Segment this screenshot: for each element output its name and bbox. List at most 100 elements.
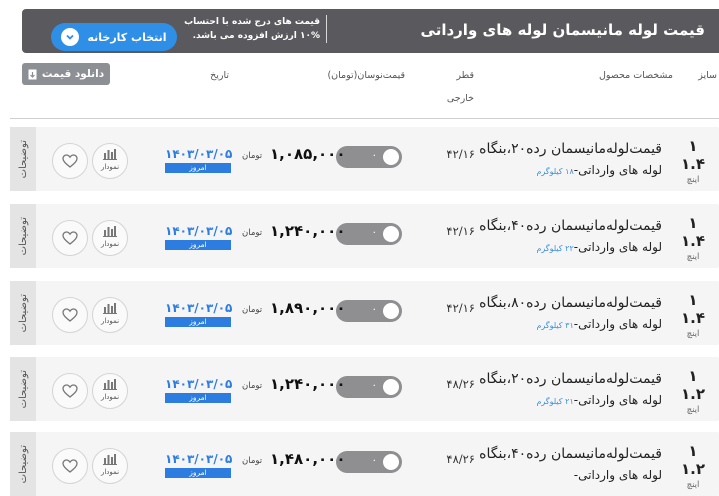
size-cell: ۱ ۱.۴ اینچ <box>677 291 709 339</box>
size-value: ۱ ۱.۴ <box>680 214 705 250</box>
favorite-button[interactable] <box>52 220 88 256</box>
today-badge: امروز <box>165 317 231 327</box>
price-change-value: ۰ <box>371 227 377 238</box>
favorite-button[interactable] <box>52 143 88 179</box>
size-cell: ۱ ۱.۲ اینچ <box>677 367 709 415</box>
vat-note-line2: ۱۰% ارزش افزوده می باشد. <box>192 31 320 41</box>
price-change-value: ۰ <box>371 150 377 161</box>
outer-diameter: ۴۸/۲۶ <box>446 377 475 391</box>
category-label: لوله های وارداتی- <box>573 240 662 254</box>
price-change-value: ۰ <box>371 304 377 315</box>
vat-note-line1: قیمت های درج شده با احتساب <box>184 17 320 27</box>
description-tab[interactable]: توضیحات <box>10 204 36 268</box>
date-value: ۱۴۰۳/۰۳/۰۵ <box>165 301 233 315</box>
outer-diameter: ۴۲/۱۶ <box>446 301 475 315</box>
today-badge: امروز <box>165 240 231 250</box>
col-date-header: تاریخ <box>210 70 229 81</box>
select-factory-label: انتخاب کارخانه <box>87 30 167 44</box>
date-value: ۱۴۰۳/۰۳/۰۵ <box>165 377 233 391</box>
table-row: ۱ ۱.۴ اینچ قیمت‌لوله‌مانیسمان رده۲۰،بنگا… <box>10 127 719 191</box>
product-category: لوله های وارداتی-۲۲ کیلوگرم <box>536 240 662 254</box>
size-unit: اینچ <box>686 175 700 185</box>
size-unit: اینچ <box>686 405 700 415</box>
select-factory-button[interactable]: انتخاب کارخانه <box>51 23 177 51</box>
product-name-link[interactable]: قیمت‌لوله‌مانیسمان رده۲۰،بنگاه <box>479 141 662 157</box>
currency-label: تومان <box>242 456 263 466</box>
download-price-button[interactable]: دانلود قیمت <box>22 63 110 85</box>
description-label: توضیحات <box>17 444 29 484</box>
chart-button[interactable]: نمودار <box>92 143 128 179</box>
col-price-change-header: قیمت‌نوسان(تومان) <box>327 70 405 81</box>
weight-label: ۱۸ کیلوگرم <box>536 167 574 176</box>
price-change-toggle[interactable]: ۰ <box>336 376 402 398</box>
price-value: ۱,۴۸۰,۰۰۰ <box>270 450 346 468</box>
table-row: ۱ ۱.۴ اینچ قیمت‌لوله‌مانیسمان رده۴۰،بنگا… <box>10 204 719 268</box>
category-label: لوله های وارداتی- <box>573 468 662 482</box>
table-row: ۱ ۱.۴ اینچ قیمت‌لوله‌مانیسمان رده۸۰،بنگا… <box>10 281 719 345</box>
description-label: توضیحات <box>17 216 29 256</box>
favorite-button[interactable] <box>52 448 88 484</box>
toggle-knob <box>383 379 399 395</box>
category-label: لوله های وارداتی- <box>573 163 662 177</box>
favorite-button[interactable] <box>52 297 88 333</box>
size-cell: ۱ ۱.۴ اینچ <box>677 137 709 185</box>
price-change-toggle[interactable]: ۰ <box>336 451 402 473</box>
date-value: ۱۴۰۳/۰۳/۰۵ <box>165 224 233 238</box>
size-unit: اینچ <box>686 329 700 339</box>
table-row: ۱ ۱.۲ اینچ قیمت‌لوله‌مانیسمان رده۲۰،بنگا… <box>10 357 719 421</box>
description-tab[interactable]: توضیحات <box>10 281 36 345</box>
size-cell: ۱ ۱.۲ اینچ <box>677 442 709 490</box>
size-value: ۱ ۱.۴ <box>680 137 705 173</box>
chart-button[interactable]: نمودار <box>92 373 128 409</box>
bar-chart-icon <box>103 149 117 160</box>
outer-diameter: ۴۸/۲۶ <box>446 452 475 466</box>
product-name-link[interactable]: قیمت‌لوله‌مانیسمان رده۸۰،بنگاه <box>479 295 662 311</box>
col-size-header: سایز <box>698 70 717 81</box>
description-tab[interactable]: توضیحات <box>10 357 36 421</box>
price-value: ۱,۲۴۰,۰۰۰ <box>270 222 346 240</box>
toggle-knob <box>383 303 399 319</box>
size-unit: اینچ <box>686 480 700 490</box>
chevron-down-icon <box>61 28 80 46</box>
col-specs-header: مشخصات محصول <box>598 70 673 81</box>
currency-label: تومان <box>242 305 263 315</box>
product-category: لوله های وارداتی-۳۱ کیلوگرم <box>536 317 662 331</box>
chart-button[interactable]: نمودار <box>92 448 128 484</box>
header-divider <box>10 118 719 119</box>
product-category: لوله های وارداتی- <box>574 468 662 482</box>
product-name-link[interactable]: قیمت‌لوله‌مانیسمان رده۲۰،بنگاه <box>479 371 662 387</box>
heart-icon <box>62 384 78 398</box>
product-name-link[interactable]: قیمت‌لوله‌مانیسمان رده۴۰،بنگاه <box>479 218 662 234</box>
favorite-button[interactable] <box>52 373 88 409</box>
price-value: ۱,۰۸۵,۰۰۰ <box>270 145 346 163</box>
outer-diameter: ۴۲/۱۶ <box>446 224 475 238</box>
toggle-knob <box>383 454 399 470</box>
outer-diameter: ۴۲/۱۶ <box>446 147 475 161</box>
heart-icon <box>62 308 78 322</box>
toggle-knob <box>383 149 399 165</box>
chart-label: نمودار <box>100 317 120 325</box>
document-download-icon <box>28 69 37 79</box>
price-change-toggle[interactable]: ۰ <box>336 223 402 245</box>
product-name-link[interactable]: قیمت‌لوله‌مانیسمان رده۴۰،بنگاه <box>479 446 662 462</box>
vat-note: قیمت های درج شده با احتساب ۱۰% ارزش افزو… <box>182 15 327 43</box>
today-badge: امروز <box>165 163 231 173</box>
price-change-toggle[interactable]: ۰ <box>336 146 402 168</box>
price-change-toggle[interactable]: ۰ <box>336 300 402 322</box>
price-change-value: ۰ <box>371 455 377 466</box>
heart-icon <box>62 459 78 473</box>
size-value: ۱ ۱.۲ <box>680 442 705 478</box>
description-tab[interactable]: توضیحات <box>10 127 36 191</box>
currency-label: تومان <box>242 381 263 391</box>
page-title: قیمت لوله مانیسمان لوله های وارداتی <box>420 21 705 39</box>
weight-label: ۲۱ کیلوگرم <box>536 397 574 406</box>
heart-icon <box>62 154 78 168</box>
chart-button[interactable]: نمودار <box>92 220 128 256</box>
bar-chart-icon <box>103 454 117 465</box>
chart-button[interactable]: نمودار <box>92 297 128 333</box>
chart-label: نمودار <box>100 240 120 248</box>
size-cell: ۱ ۱.۴ اینچ <box>677 214 709 262</box>
price-value: ۱,۲۴۰,۰۰۰ <box>270 375 346 393</box>
product-category: لوله های وارداتی-۲۱ کیلوگرم <box>536 393 662 407</box>
description-tab[interactable]: توضیحات <box>10 432 36 496</box>
